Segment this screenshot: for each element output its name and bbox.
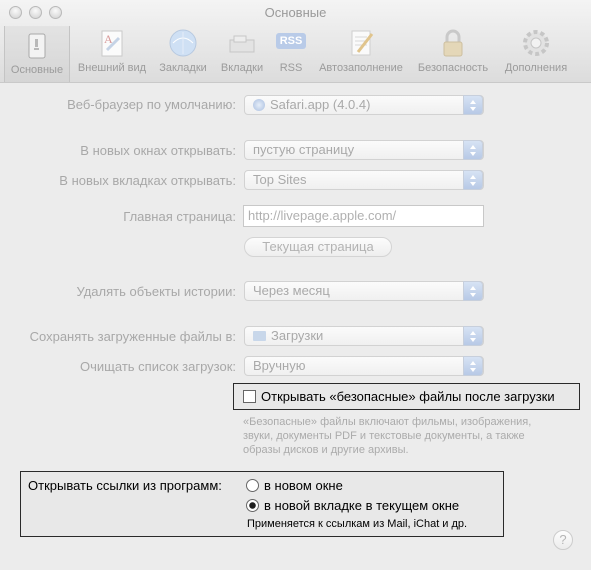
popup-arrows-icon <box>463 326 483 346</box>
open-links-label: Открывать ссылки из программ: <box>28 478 222 493</box>
tabs-icon <box>227 28 257 58</box>
current-page-button[interactable]: Текущая страница <box>244 237 392 257</box>
preferences-window: Основные Основные A Внешний вид Закладки <box>0 0 591 570</box>
general-icon <box>22 31 52 61</box>
window-title: Основные <box>264 5 327 20</box>
toolbar-label: Автозаполнение <box>319 62 403 74</box>
popup-arrows-icon <box>463 170 483 190</box>
popup-arrows-icon <box>463 281 483 301</box>
toolbar-tab-security[interactable]: Безопасность <box>413 28 493 78</box>
toolbar: Основные Основные A Внешний вид Закладки <box>0 0 591 83</box>
folder-icon <box>253 331 266 341</box>
default-browser-label: Веб-браузер по умолчанию: <box>67 97 236 112</box>
save-downloads-label: Сохранять загруженные файлы в: <box>29 329 236 344</box>
toolbar-tab-tabs[interactable]: Вкладки <box>216 28 268 78</box>
safari-icon <box>253 99 265 111</box>
new-windows-popup[interactable]: пустую страницу <box>244 140 484 160</box>
clear-downloads-label: Очищать список загрузок: <box>80 359 236 374</box>
new-windows-label: В новых окнах открывать: <box>80 143 236 158</box>
bookmarks-icon <box>168 28 198 58</box>
toolbar-tab-appearance[interactable]: A Внешний вид <box>72 28 152 78</box>
toolbar-label: Внешний вид <box>77 62 147 74</box>
autofill-icon <box>346 28 376 58</box>
save-downloads-value: Загрузки <box>271 328 324 343</box>
open-links-note: Применяется к ссылкам из Mail, iChat и д… <box>247 518 468 530</box>
toolbar-tab-autofill[interactable]: Автозаполнение <box>314 28 408 78</box>
open-links-option-new-tab[interactable]: в новой вкладке в текущем окне <box>264 498 459 513</box>
open-links-group: Открывать ссылки из программ: в новом ок… <box>20 471 504 537</box>
rss-badge: RSS <box>276 33 306 49</box>
toolbar-label: Основные <box>10 64 64 76</box>
new-tabs-label: В новых вкладках открывать: <box>59 173 236 188</box>
open-safe-files-checkbox[interactable] <box>243 390 256 403</box>
popup-arrows-icon <box>463 356 483 376</box>
toolbar-label: RSS <box>279 62 303 74</box>
open-links-new-window-radio[interactable] <box>246 479 259 492</box>
new-tabs-popup[interactable]: Top Sites <box>244 170 484 190</box>
toolbar-tab-advanced[interactable]: Дополнения <box>497 28 575 78</box>
save-downloads-popup[interactable]: Загрузки <box>244 326 484 346</box>
safe-files-note-line-3: образы дисков и другие архивы. <box>243 444 409 456</box>
toolbar-label: Закладки <box>159 62 207 74</box>
toolbar-tab-general[interactable]: Основные <box>4 26 70 82</box>
toolbar-label: Дополнения <box>504 62 568 74</box>
open-links-option-new-window[interactable]: в новом окне <box>264 478 343 493</box>
toolbar-label: Вкладки <box>220 62 264 74</box>
security-icon <box>438 28 468 58</box>
safe-files-note-line-2: звуки, документы PDF и текстовые докумен… <box>243 430 525 442</box>
popup-arrows-icon <box>463 140 483 160</box>
open-links-new-tab-radio[interactable] <box>246 499 259 512</box>
homepage-field[interactable]: http://livepage.apple.com/ <box>243 205 484 227</box>
safe-files-note-line-1: «Безопасные» файлы включают фильмы, изоб… <box>243 416 532 428</box>
rss-icon: RSS <box>276 28 306 58</box>
toolbar-tab-bookmarks[interactable]: Закладки <box>155 28 211 78</box>
toolbar-tab-rss[interactable]: RSS RSS <box>272 28 310 78</box>
clear-downloads-value: Вручную <box>253 358 306 373</box>
open-safe-files-row[interactable]: Открывать «безопасные» файлы после загру… <box>233 383 580 410</box>
toolbar-label: Безопасность <box>417 62 489 74</box>
help-button[interactable]: ? <box>553 530 573 550</box>
clear-downloads-popup[interactable]: Вручную <box>244 356 484 376</box>
advanced-icon <box>521 28 551 58</box>
remove-history-popup[interactable]: Через месяц <box>244 281 484 301</box>
default-browser-value: Safari.app (4.0.4) <box>270 97 371 112</box>
default-browser-popup[interactable]: Safari.app (4.0.4) <box>244 95 484 115</box>
open-safe-files-label: Открывать «безопасные» файлы после загру… <box>261 389 555 404</box>
remove-history-label: Удалять объекты истории: <box>76 284 236 299</box>
new-windows-value: пустую страницу <box>253 142 355 157</box>
homepage-label: Главная страница: <box>123 209 236 224</box>
new-tabs-value: Top Sites <box>253 172 307 187</box>
remove-history-value: Через месяц <box>253 283 330 298</box>
popup-arrows-icon <box>463 95 483 115</box>
appearance-icon: A <box>97 28 127 58</box>
